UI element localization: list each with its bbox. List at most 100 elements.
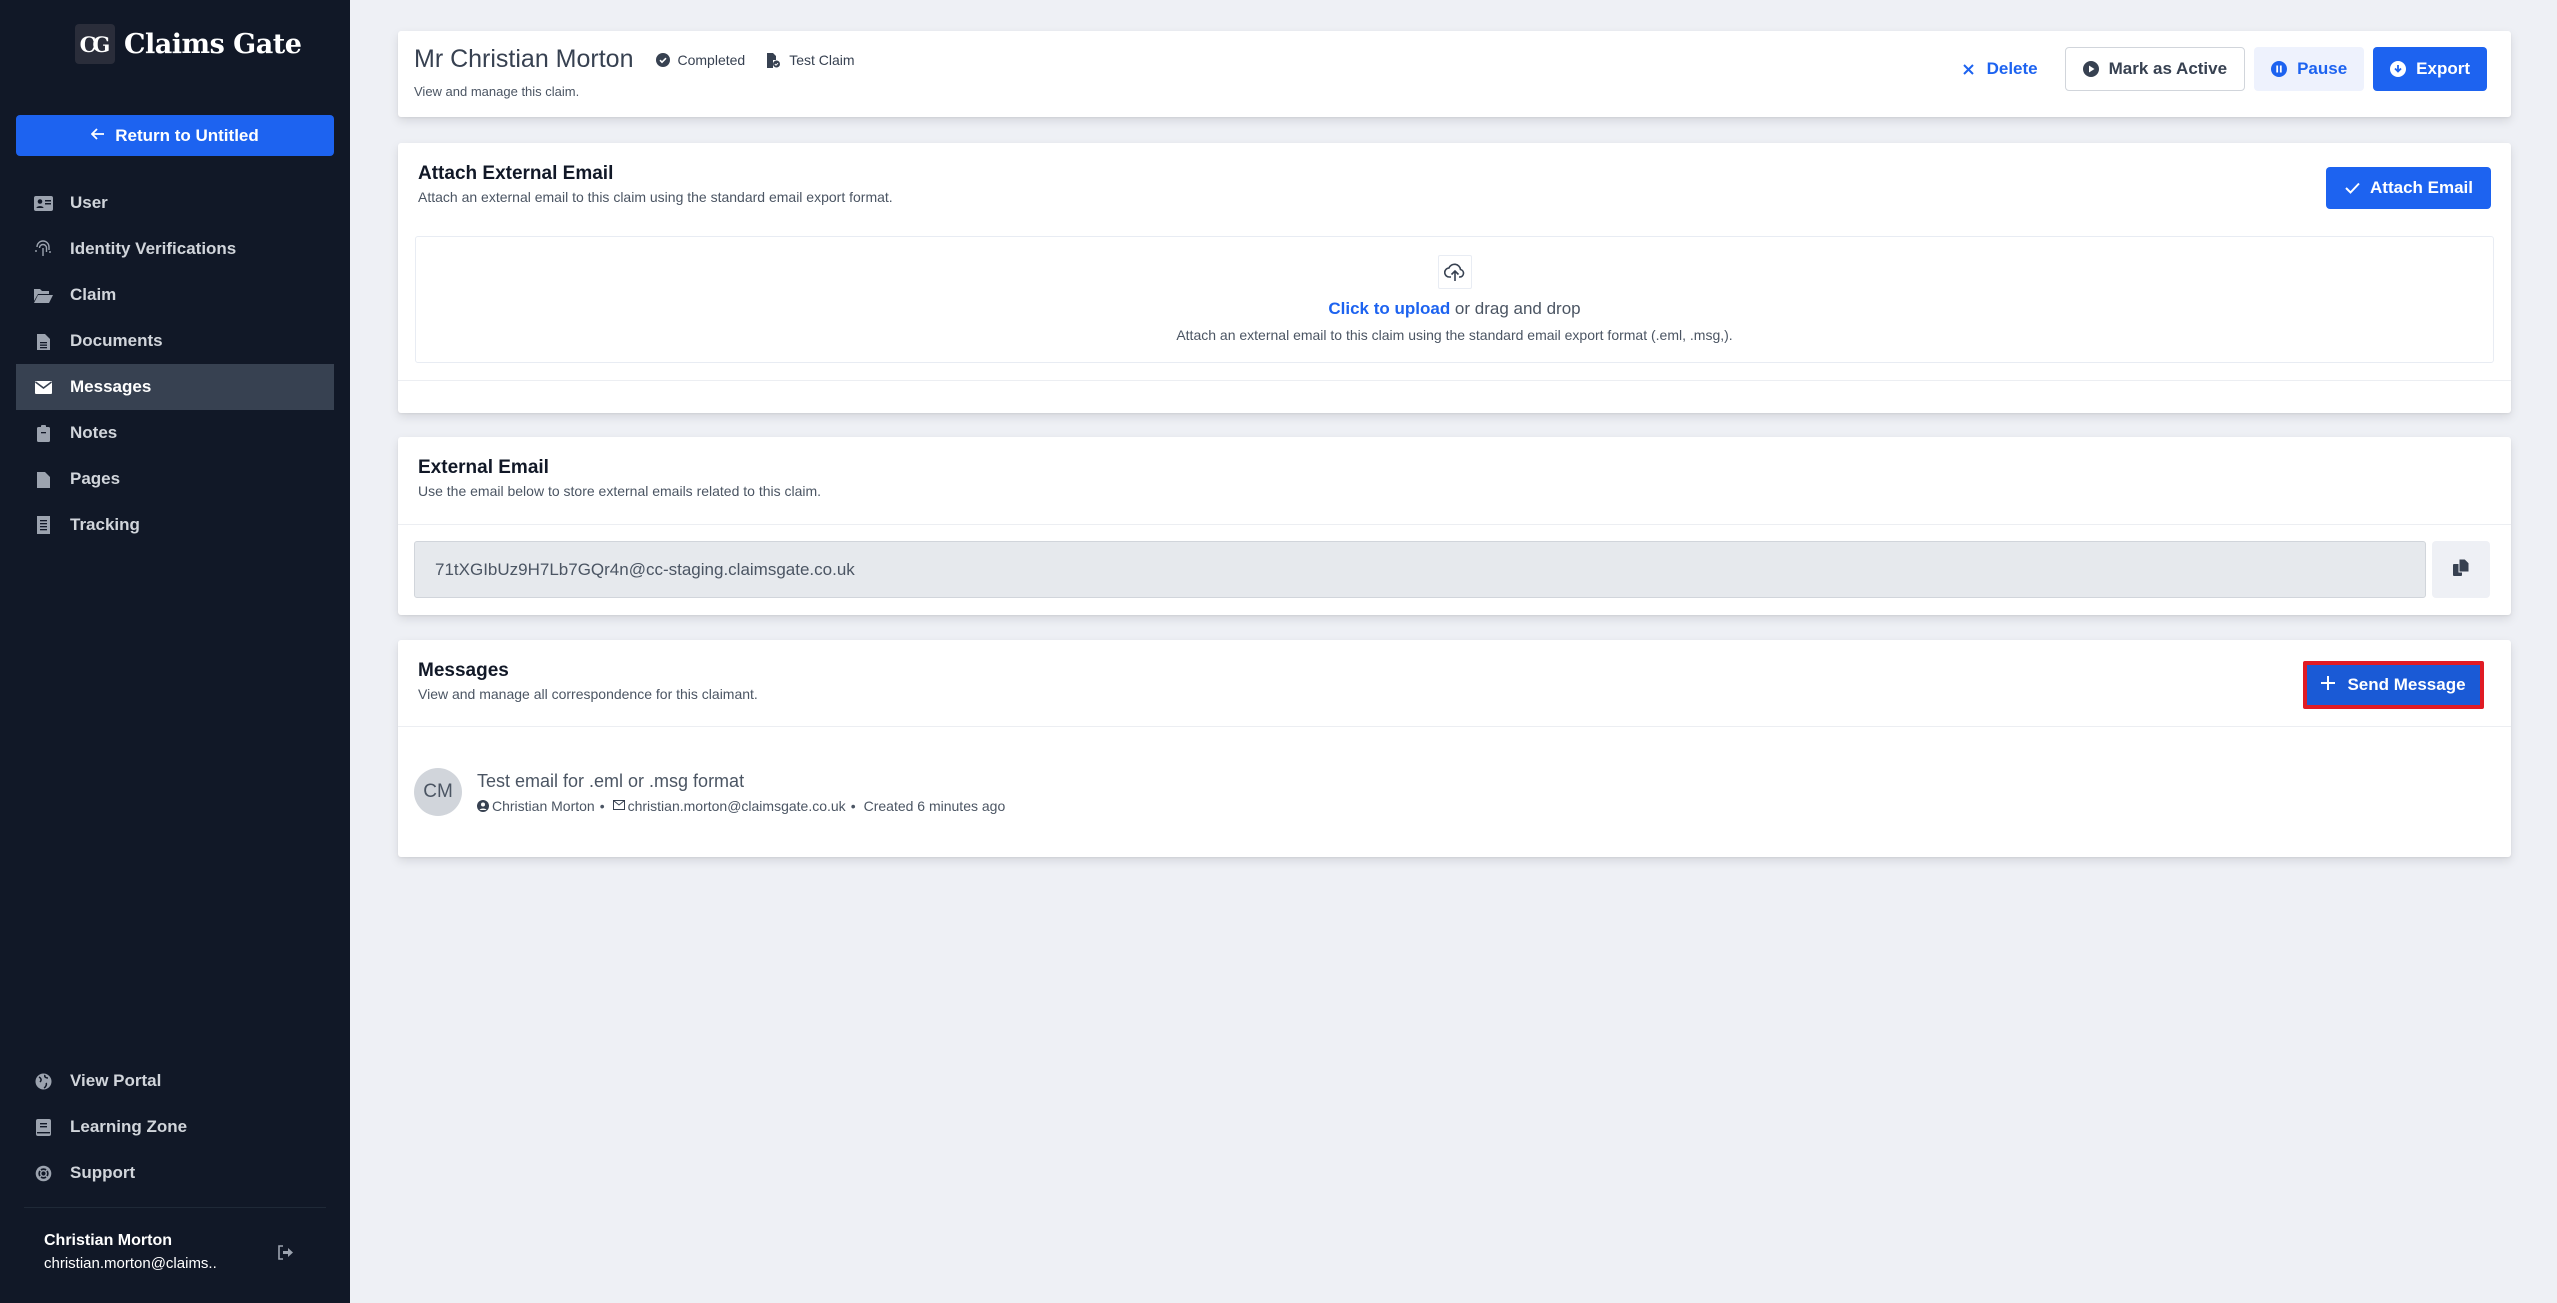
card-divider: [398, 524, 2511, 525]
sidebar-item-label: Messages: [70, 377, 152, 396]
sidebar-item-label: User: [70, 193, 108, 212]
logout-icon[interactable]: [277, 1245, 297, 1265]
header-actions: Delete Mark as Active Pause Export: [1943, 47, 2487, 91]
click-to-upload-link[interactable]: Click to upload: [1328, 299, 1450, 318]
plus-icon: [2321, 675, 2336, 695]
upload-instructions: Click to upload or drag and drop: [416, 299, 2493, 319]
external-email-subtitle: Use the email below to store external em…: [418, 483, 822, 499]
attach-email-title: Attach External Email: [418, 163, 614, 184]
pause-circle-icon: [2271, 61, 2288, 77]
check-icon: [2344, 180, 2360, 196]
separator-dot: •: [599, 798, 605, 814]
return-button[interactable]: Return to Untitled: [16, 115, 334, 156]
life-ring-icon: [33, 1163, 53, 1183]
message-created: Created 6 minutes ago: [863, 798, 1006, 814]
sidebar-item-claim[interactable]: Claim: [16, 272, 334, 318]
external-email-title: External Email: [418, 457, 549, 478]
upload-hint: Attach an external email to this claim u…: [1176, 327, 1733, 343]
sidebar-item-notes[interactable]: Notes: [16, 410, 334, 456]
copy-icon: [2452, 558, 2470, 581]
play-circle-icon: [2082, 61, 2099, 77]
cloud-upload-icon: [1437, 255, 1472, 289]
id-card-icon: [33, 193, 53, 213]
sidebar-item-identity-verifications[interactable]: Identity Verifications: [16, 226, 334, 272]
export-button[interactable]: Export: [2373, 47, 2487, 91]
sidebar-item-user[interactable]: User: [16, 180, 334, 226]
sidebar-item-label: Claim: [70, 285, 117, 304]
book-icon: [33, 1117, 53, 1137]
arrow-left-icon: [90, 126, 105, 146]
message-email: christian.morton@claimsgate.co.uk: [627, 798, 846, 814]
external-email-card: External Email Use the email below to st…: [398, 437, 2511, 615]
sidebar-item-label: Pages: [70, 469, 121, 488]
external-email-field[interactable]: [414, 541, 2426, 598]
card-divider: [398, 726, 2511, 727]
sidebar: CG Claims Gate Return to Untitled User I…: [0, 0, 350, 1303]
clipboard-icon: [33, 423, 53, 443]
send-message-button[interactable]: Send Message: [2303, 661, 2484, 709]
sidebar-item-learning-zone[interactable]: Learning Zone: [16, 1104, 334, 1150]
sidebar-item-label: Identity Verifications: [70, 239, 237, 258]
send-message-label: Send Message: [2347, 675, 2466, 694]
globe-icon: [33, 1071, 53, 1091]
logo[interactable]: CG Claims Gate: [75, 24, 302, 64]
sidebar-bottom-nav: View Portal Learning Zone Support: [16, 1058, 334, 1196]
sidebar-nav: User Identity Verifications Claim Docume…: [16, 180, 334, 548]
file-icon: [33, 469, 53, 489]
sidebar-item-view-portal[interactable]: View Portal: [16, 1058, 334, 1104]
sidebar-item-pages[interactable]: Pages: [16, 456, 334, 502]
card-divider: [398, 380, 2511, 381]
delete-button[interactable]: Delete: [1943, 47, 2056, 91]
envelope-icon: [612, 800, 625, 812]
file-check-icon: [767, 52, 781, 68]
sidebar-item-label: Learning Zone: [70, 1117, 188, 1136]
sidebar-item-label: Documents: [70, 331, 163, 350]
sidebar-item-label: Tracking: [70, 515, 140, 534]
message-meta: Christian Morton • christian.morton@clai…: [477, 798, 1005, 814]
fingerprint-icon: [33, 239, 53, 259]
mark-active-button[interactable]: Mark as Active: [2064, 47, 2246, 91]
pause-button[interactable]: Pause: [2254, 47, 2365, 91]
sidebar-item-tracking[interactable]: Tracking: [16, 502, 334, 548]
logo-mark: CG: [75, 24, 115, 64]
drag-drop-text: or drag and drop: [1450, 299, 1581, 318]
sidebar-item-label: Notes: [70, 423, 118, 442]
messages-subtitle: View and manage all correspondence for t…: [418, 686, 758, 702]
status-label: Completed: [677, 51, 746, 68]
user-name: Christian Morton: [44, 1232, 172, 1249]
attach-email-button[interactable]: Attach Email: [2326, 167, 2491, 209]
file-lines-icon: [33, 331, 53, 351]
mark-active-label: Mark as Active: [2108, 59, 2228, 78]
check-circle-icon: [655, 52, 670, 67]
message-sender: Christian Morton: [492, 798, 595, 814]
page-title: Mr Christian Morton: [414, 45, 634, 73]
message-list-item[interactable]: CM Test email for .eml or .msg format Ch…: [414, 768, 1005, 816]
claim-header: Mr Christian Morton Completed Test Claim…: [398, 31, 2511, 117]
attach-email-subtitle: Attach an external email to this claim u…: [418, 189, 893, 205]
messages-title: Messages: [418, 660, 509, 681]
sidebar-item-documents[interactable]: Documents: [16, 318, 334, 364]
sidebar-item-label: View Portal: [70, 1071, 162, 1090]
return-button-label: Return to Untitled: [115, 125, 259, 145]
separator-dot: •: [850, 798, 856, 814]
sidebar-item-label: Support: [70, 1163, 136, 1182]
export-label: Export: [2416, 59, 2470, 78]
messages-card: Messages View and manage all corresponde…: [398, 640, 2511, 857]
sidebar-item-support[interactable]: Support: [16, 1150, 334, 1196]
attach-email-card: Attach External Email Attach an external…: [398, 143, 2511, 413]
attach-email-label: Attach Email: [2370, 178, 2473, 197]
file-dropzone[interactable]: Click to upload or drag and drop Attach …: [415, 236, 2494, 363]
user-email: christian.morton@claims..: [44, 1255, 217, 1272]
sidebar-item-messages[interactable]: Messages: [16, 364, 334, 410]
sidebar-divider: [24, 1207, 326, 1208]
claim-type-label: Test Claim: [789, 51, 855, 68]
claim-type-badge: Test Claim: [767, 51, 855, 68]
delete-label: Delete: [1986, 59, 2038, 78]
avatar: CM: [414, 768, 462, 816]
page-subtitle: View and manage this claim.: [414, 84, 580, 99]
status-badge: Completed: [655, 51, 746, 68]
copy-button[interactable]: [2432, 541, 2490, 598]
close-icon: [1961, 61, 1977, 77]
receipt-icon: [33, 515, 53, 535]
logo-text: Claims Gate: [124, 28, 302, 60]
